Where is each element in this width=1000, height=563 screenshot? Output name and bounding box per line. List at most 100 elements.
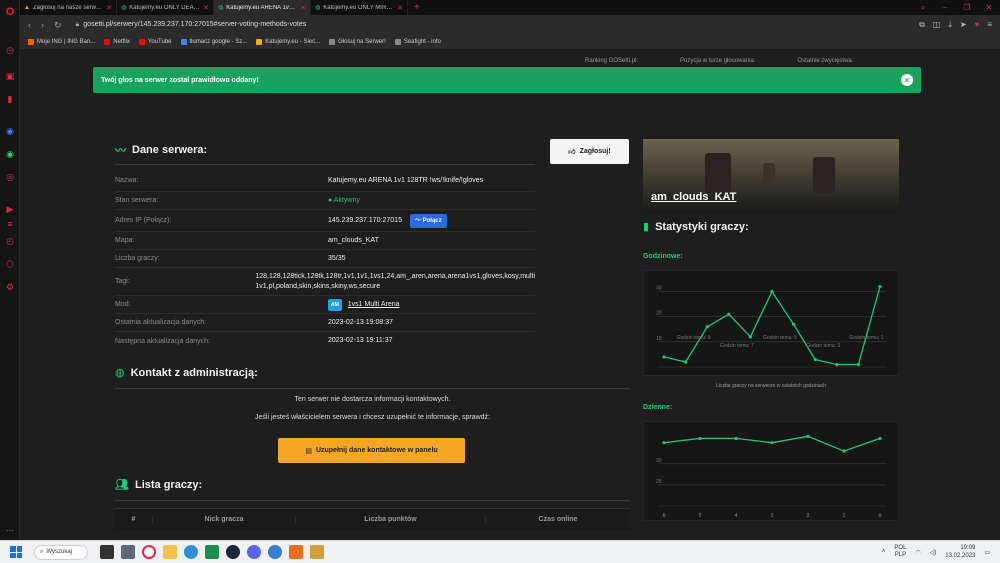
- map-name-link[interactable]: am_clouds_KAT: [651, 191, 736, 203]
- data-point[interactable]: [748, 335, 752, 339]
- notifications-icon[interactable]: ▭: [984, 549, 990, 556]
- steam-icon[interactable]: [226, 545, 240, 559]
- clock[interactable]: 19:09 13.02.2023: [945, 544, 975, 560]
- back-icon[interactable]: ‹: [28, 20, 31, 30]
- close-icon[interactable]: ✕: [300, 4, 306, 12]
- data-point[interactable]: [705, 325, 709, 329]
- column-index[interactable]: #: [115, 516, 152, 523]
- data-point[interactable]: [662, 355, 666, 359]
- whatsapp-icon[interactable]: ◉: [4, 148, 16, 160]
- mod-badge: AM: [328, 298, 342, 311]
- data-point[interactable]: [684, 360, 688, 364]
- bookmark-youtube[interactable]: YouTube: [138, 39, 172, 45]
- data-point[interactable]: [835, 362, 839, 367]
- menu-icon[interactable]: ≡: [987, 20, 992, 30]
- reload-icon[interactable]: ↻: [54, 20, 62, 31]
- data-point[interactable]: [878, 284, 882, 289]
- netflix-icon: [104, 39, 111, 45]
- bookmark-seafight[interactable]: Seafight - info: [394, 39, 441, 45]
- vote-button[interactable]: 👍︎ Zagłosuj!: [550, 139, 629, 164]
- speed-dial-icon[interactable]: ◷: [4, 44, 16, 56]
- data-point[interactable]: [792, 322, 796, 326]
- url-field[interactable]: 🔒︎ gosetti.pl/serwery/145.239.237.170:270…: [76, 21, 307, 29]
- windows-start-icon[interactable]: [10, 546, 22, 558]
- data-point[interactable]: [856, 362, 860, 367]
- mod-value: AM 1vs1 Multi Arena: [328, 298, 535, 311]
- data-point[interactable]: [770, 441, 774, 445]
- page-content: Ranking GOSetti.pl: Pozycja w turze głos…: [20, 50, 1000, 540]
- data-point[interactable]: [813, 357, 817, 362]
- bookmark-vote[interactable]: Głosuj na Serwer!: [329, 39, 386, 45]
- tab-1[interactable]: ▲ Zagłosuj na nasze serwery ✕: [20, 0, 117, 15]
- close-icon[interactable]: ✕: [901, 74, 913, 86]
- data-point[interactable]: [842, 449, 846, 453]
- search-tabs-icon[interactable]: ⌕: [912, 0, 934, 15]
- bookmark-ing[interactable]: Moje ING | ING Ban...: [28, 39, 95, 45]
- heart-icon[interactable]: ♥: [975, 20, 980, 30]
- bookmark-netflix[interactable]: Netflix: [104, 39, 130, 45]
- bookmark-katujemy[interactable]: Katujemy.eu - Sieć...: [256, 39, 320, 45]
- instagram-icon[interactable]: ◎: [4, 171, 16, 183]
- discord-icon[interactable]: [247, 545, 261, 559]
- edge-icon[interactable]: [184, 545, 198, 559]
- opera-logo-icon[interactable]: O: [4, 6, 16, 18]
- column-points[interactable]: Liczba punktów: [295, 516, 485, 523]
- close-icon[interactable]: ✕: [203, 4, 209, 12]
- tab-4[interactable]: ◍ Katujemy.eu ONLY MIRAGE ✕: [311, 0, 408, 15]
- complete-contact-button[interactable]: ▤ Uzupełnij dane kontaktowe w panelu: [278, 438, 465, 463]
- download-icon[interactable]: ⤓: [948, 20, 952, 30]
- x-tick-label: 4: [735, 513, 738, 519]
- chevron-up-icon[interactable]: ˄: [882, 549, 886, 555]
- calculator-icon[interactable]: [121, 545, 135, 559]
- snapshot-icon[interactable]: ⧉: [919, 20, 925, 30]
- volume-icon[interactable]: ◁): [930, 549, 937, 556]
- taskbar-search[interactable]: ⌕ Wyszukaj: [34, 544, 88, 560]
- data-point[interactable]: [734, 436, 738, 441]
- connect-button[interactable]: 〜 Połącz: [409, 213, 447, 228]
- camera-icon[interactable]: ◫: [933, 20, 941, 30]
- messenger-icon[interactable]: ◉: [4, 125, 16, 137]
- send-icon[interactable]: ➤: [960, 20, 967, 30]
- forward-icon[interactable]: ›: [41, 20, 44, 30]
- close-icon[interactable]: ✕: [397, 4, 403, 12]
- tab-3[interactable]: ◍ Katujemy.eu ARENA 1v1 12 ✕: [214, 0, 311, 15]
- tab-islands-icon[interactable]: ≡: [4, 218, 16, 230]
- y-tick-label: 30: [656, 286, 662, 292]
- wallet-icon[interactable]: ▣: [4, 70, 16, 82]
- task-view-icon[interactable]: [100, 545, 114, 559]
- history-icon[interactable]: ◴: [4, 235, 16, 247]
- close-icon[interactable]: ✕: [106, 4, 112, 12]
- divider: [115, 388, 630, 389]
- bookmark-google-translate[interactable]: tłumacz google - Sz...: [180, 39, 247, 45]
- tab-2[interactable]: ◍ Katujemy.eu ONLY DEAGLE ✕: [117, 0, 214, 15]
- settings-icon[interactable]: ⚙: [4, 281, 16, 293]
- new-tab-button[interactable]: +: [408, 0, 426, 15]
- player-icon[interactable]: ▶: [4, 203, 16, 215]
- maximize-icon[interactable]: ❐: [956, 0, 978, 15]
- minimize-icon[interactable]: –: [934, 0, 956, 15]
- extensions-icon[interactable]: ⬡: [4, 258, 16, 270]
- data-point[interactable]: [878, 436, 882, 441]
- app-icon[interactable]: [289, 545, 303, 559]
- language-indicator[interactable]: POL PLP: [894, 545, 906, 559]
- excel-icon[interactable]: [205, 545, 219, 559]
- bookmarks-bar: Moje ING | ING Ban... Netflix YouTube tł…: [20, 35, 1000, 50]
- csgo-icon[interactable]: [310, 545, 324, 559]
- opera-icon[interactable]: [142, 545, 156, 559]
- app-icon[interactable]: [268, 545, 282, 559]
- close-window-icon[interactable]: ✕: [978, 0, 1000, 15]
- map-link[interactable]: am_clouds_KAT: [328, 236, 535, 246]
- twitch-icon[interactable]: ▮: [4, 93, 16, 105]
- column-time[interactable]: Czas online: [485, 516, 630, 523]
- data-point[interactable]: [727, 312, 731, 316]
- map-card[interactable]: am_clouds_KAT: [643, 139, 899, 213]
- data-point[interactable]: [662, 441, 666, 445]
- wifi-icon[interactable]: ◠: [915, 549, 920, 556]
- more-icon[interactable]: …: [4, 522, 16, 534]
- file-explorer-icon[interactable]: [163, 545, 177, 559]
- column-nick[interactable]: Nick gracza: [152, 516, 295, 523]
- data-point[interactable]: [698, 436, 702, 441]
- data-point[interactable]: [806, 434, 810, 438]
- mod-link[interactable]: 1vs1 Multi Arena: [348, 301, 400, 308]
- data-point[interactable]: [770, 289, 774, 294]
